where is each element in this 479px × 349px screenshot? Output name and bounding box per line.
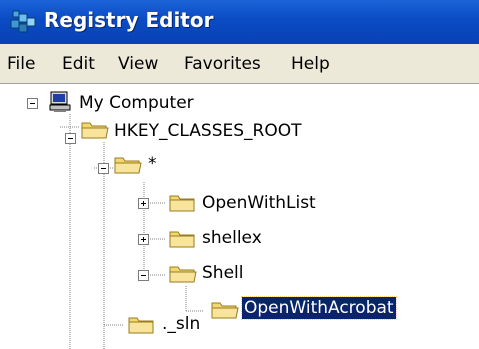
expander-my-computer[interactable] bbox=[27, 98, 38, 109]
registry-tree[interactable]: My Computer HKEY_CLASSES_ROOT * OpenWith… bbox=[0, 84, 479, 349]
tree-node-sln[interactable]: ._sln bbox=[162, 313, 200, 335]
folder-icon bbox=[169, 231, 195, 248]
menu-favorites[interactable]: Favorites bbox=[184, 54, 261, 74]
folder-icon bbox=[128, 317, 154, 334]
menu-file[interactable]: File bbox=[7, 54, 35, 74]
menu-view[interactable]: View bbox=[118, 54, 158, 74]
folder-open-icon bbox=[114, 157, 142, 174]
tree-node-openwithacrobat[interactable]: OpenWithAcrobat bbox=[241, 296, 397, 320]
window-title: Registry Editor bbox=[44, 8, 214, 32]
tree-node-shellex[interactable]: shellex bbox=[202, 227, 262, 249]
folder-open-icon bbox=[81, 122, 109, 139]
tree-node-hkcr[interactable]: HKEY_CLASSES_ROOT bbox=[114, 120, 302, 142]
folder-open-icon bbox=[169, 266, 197, 283]
menu-edit[interactable]: Edit bbox=[62, 54, 95, 74]
registry-editor-window: Registry Editor File Edit View Favorites… bbox=[0, 0, 479, 349]
expander-shell[interactable] bbox=[138, 270, 149, 281]
tree-node-openwithlist[interactable]: OpenWithList bbox=[202, 192, 316, 214]
title-bar[interactable]: Registry Editor bbox=[0, 0, 479, 44]
expander-shellex[interactable] bbox=[138, 234, 149, 245]
menu-bar: File Edit View Favorites Help bbox=[0, 44, 479, 84]
tree-node-my-computer[interactable]: My Computer bbox=[79, 92, 194, 114]
tree-node-shell[interactable]: Shell bbox=[202, 262, 243, 284]
expander-openwithlist[interactable] bbox=[138, 198, 149, 209]
registry-editor-icon bbox=[10, 10, 36, 33]
tree-node-star[interactable]: * bbox=[148, 153, 157, 175]
folder-icon bbox=[169, 195, 195, 212]
folder-open-icon bbox=[211, 302, 239, 319]
expander-hkcr[interactable] bbox=[65, 133, 76, 144]
computer-icon bbox=[49, 91, 71, 112]
expander-star[interactable] bbox=[98, 163, 109, 174]
menu-help[interactable]: Help bbox=[291, 54, 330, 74]
